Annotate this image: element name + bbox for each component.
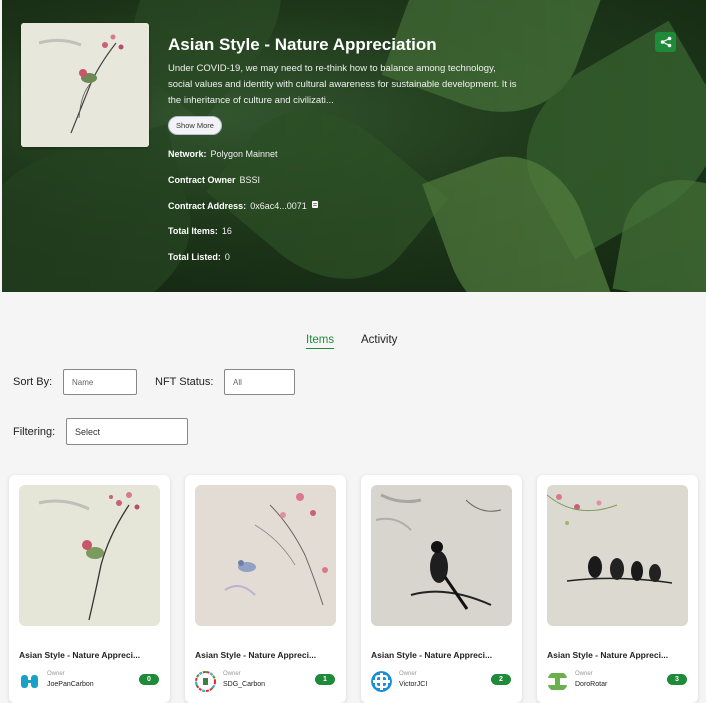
sort-by-label: Sort By:: [13, 376, 53, 388]
nft-card-title: Asian Style - Nature Appreci...: [547, 650, 669, 660]
owner-name: VictorJCI: [399, 681, 428, 688]
contract-address-row: Contract Address: 0x6ac4...0071: [168, 200, 319, 211]
total-listed-label: Total Listed:: [168, 252, 221, 262]
nft-index-badge: 1: [315, 674, 335, 685]
contract-owner-label: Contract Owner: [168, 175, 236, 185]
owner-label: Owner: [575, 671, 593, 677]
network-label: Network:: [168, 149, 207, 159]
contract-address-value: 0x6ac4...0071: [250, 200, 307, 211]
total-listed-value: 0: [224, 252, 230, 262]
nft-artwork: [371, 485, 512, 626]
sort-by-select[interactable]: Name: [63, 369, 137, 395]
filtering-select[interactable]: Select: [66, 418, 188, 445]
owner-avatar: [19, 671, 40, 692]
nft-card-title: Asian Style - Nature Appreci...: [19, 650, 141, 660]
tab-activity[interactable]: Activity: [361, 334, 397, 346]
collection-description: Under COVID-19, we may need to re-think …: [168, 63, 517, 106]
total-items-label: Total Items:: [168, 226, 218, 236]
total-listed-row: Total Listed: 0: [168, 252, 230, 262]
owner-avatar: [195, 671, 216, 692]
collection-cover-image: [21, 23, 149, 147]
collection-title: Asian Style - Nature Appreciation: [168, 35, 437, 54]
owner-label: Owner: [399, 671, 417, 677]
nft-status-label: NFT Status:: [155, 376, 214, 388]
nft-artwork: [195, 485, 336, 626]
show-more-button[interactable]: Show More: [168, 116, 222, 135]
nft-card-title: Asian Style - Nature Appreci...: [371, 650, 493, 660]
owner-label: Owner: [47, 671, 65, 677]
nft-status-select[interactable]: All: [224, 369, 295, 395]
contract-owner-row: Contract Owner BSSI: [168, 175, 260, 185]
share-icon: [660, 36, 671, 48]
nft-card[interactable]: Asian Style - Nature Appreci... Owner Vi…: [361, 475, 522, 703]
network-value: Polygon Mainnet: [210, 149, 278, 159]
owner-label: Owner: [223, 671, 241, 677]
nft-card-title: Asian Style - Nature Appreci...: [195, 650, 317, 660]
nft-index-badge: 3: [667, 674, 687, 685]
nft-card[interactable]: Asian Style - Nature Appreci... Owner Do…: [537, 475, 698, 703]
contract-address-label: Contract Address:: [168, 200, 247, 211]
owner-avatar: [371, 671, 392, 692]
nft-card[interactable]: Asian Style - Nature Appreci... Owner Jo…: [9, 475, 170, 703]
tab-items[interactable]: Items: [306, 334, 335, 349]
filtering-label: Filtering:: [13, 426, 56, 438]
nft-artwork: [547, 485, 688, 626]
total-items-value: 16: [221, 226, 232, 236]
owner-name: JoePanCarbon: [47, 681, 94, 688]
owner-name: SDG_Carbon: [223, 681, 266, 688]
owner-name: DoroRotar: [575, 681, 608, 688]
nft-artwork: [19, 485, 160, 626]
nft-index-badge: 0: [139, 674, 159, 685]
copy-icon[interactable]: [311, 200, 319, 211]
nft-card[interactable]: Asian Style - Nature Appreci... Owner SD…: [185, 475, 346, 703]
total-items-row: Total Items: 16: [168, 226, 232, 236]
nft-index-badge: 2: [491, 674, 511, 685]
network-row: Network: Polygon Mainnet: [168, 149, 278, 159]
share-button[interactable]: [655, 32, 676, 52]
contract-owner-value: BSSI: [239, 175, 261, 185]
owner-avatar: [547, 671, 568, 692]
